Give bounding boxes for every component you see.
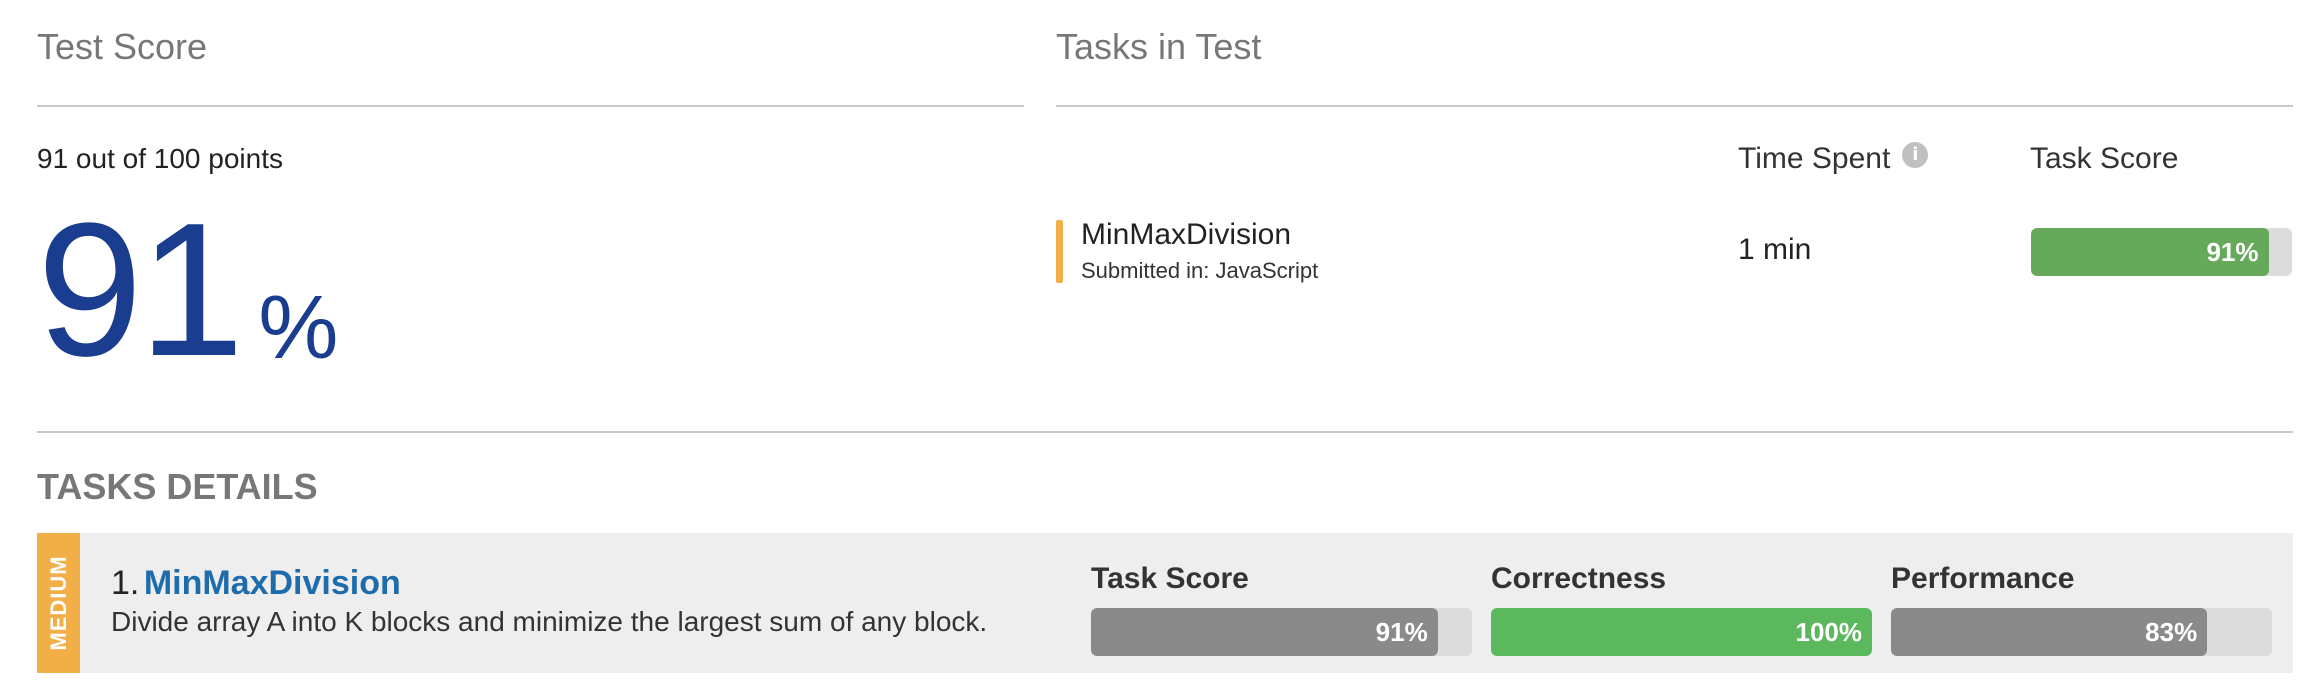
metric-correctness-value: 100%: [1795, 616, 1863, 647]
metric-task-score-label: Task Score: [1091, 562, 1249, 595]
test-score-title: Test Score: [37, 26, 208, 67]
overall-score: 91 %: [37, 195, 338, 385]
task-submitted-language: Submitted in: JavaScript: [1081, 258, 1319, 283]
points-summary: 91 out of 100 points: [37, 143, 283, 174]
task-score-bar-label: 91%: [2206, 236, 2259, 267]
metric-correctness-label: Correctness: [1491, 562, 1667, 595]
task-name[interactable]: MinMaxDivision: [1081, 218, 1291, 252]
tasks-details-title: TASKS DETAILS: [37, 466, 318, 507]
time-spent-label: Time Spent: [1738, 142, 1891, 175]
metric-task-score-value: 91%: [1375, 616, 1428, 647]
tasks-in-test-divider: [1056, 105, 2293, 107]
difficulty-label: MEDIUM: [45, 555, 71, 651]
task-score-bar: 91%: [2031, 228, 2292, 276]
metric-performance-label: Performance: [1891, 562, 2075, 595]
overall-score-value: 91: [37, 184, 244, 396]
metric-task-score-bar: 91%: [1091, 608, 1472, 656]
task-detail-number: 1.: [111, 564, 140, 602]
metric-performance-bar: 83%: [1891, 608, 2272, 656]
metric-correctness-bar: 100%: [1491, 608, 1872, 656]
metric-performance-value: 83%: [2145, 616, 2198, 647]
overall-score-percent-sign: %: [258, 278, 339, 378]
test-score-divider: [37, 105, 1024, 107]
task-score-header: Task Score: [2030, 142, 2179, 175]
task-detail-heading: 1. MinMaxDivision: [111, 564, 401, 603]
info-icon[interactable]: i: [1902, 142, 1929, 168]
tasks-in-test-title: Tasks in Test: [1056, 26, 1262, 67]
difficulty-badge: MEDIUM: [37, 533, 80, 673]
section-divider: [37, 431, 2293, 433]
time-spent-header: Time Spent i: [1738, 142, 1929, 176]
task-detail-link[interactable]: MinMaxDivision: [144, 564, 401, 602]
task-detail-description: Divide array A into K blocks and minimiz…: [111, 606, 988, 637]
task-difficulty-marker: [1056, 220, 1063, 283]
task-time-spent: 1 min: [1738, 233, 1812, 266]
